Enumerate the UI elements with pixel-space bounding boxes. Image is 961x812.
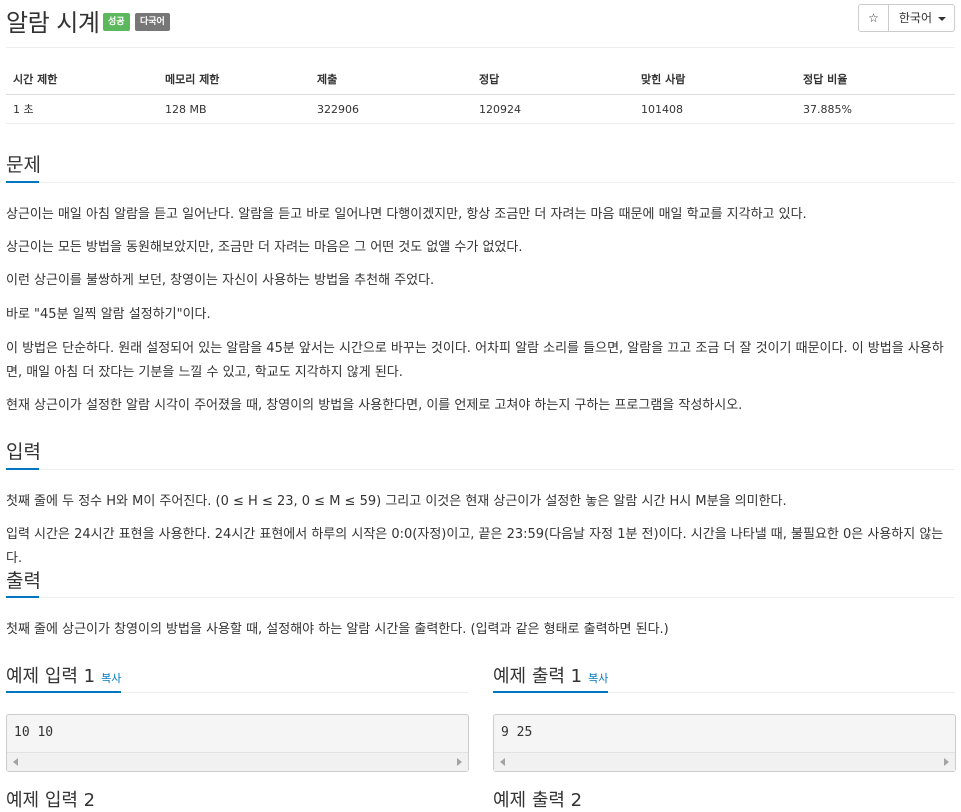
sample-output-1-scrollbar[interactable] bbox=[494, 752, 955, 771]
favorite-button[interactable]: ☆ bbox=[858, 4, 889, 32]
output-heading: 출력 bbox=[6, 570, 41, 592]
submissions-value: 322906 bbox=[310, 94, 472, 124]
sample-input-1-title: 예제 입력 1 bbox=[6, 666, 96, 687]
copy-sample-output-1-button[interactable]: 복사 bbox=[588, 672, 608, 685]
sample-input-1-scrollbar[interactable] bbox=[7, 752, 468, 771]
toolbar: ☆ 한국어 bbox=[858, 4, 955, 32]
sample-output-1-content: 9 25 bbox=[501, 725, 533, 740]
sample-output-1-title: 예제 출력 1 bbox=[493, 666, 583, 687]
sample-input-1-underline bbox=[6, 691, 121, 693]
input-paragraph: 첫째 줄에 두 정수 H와 M이 주어진다. (0 ≤ H ≤ 23, 0 ≤ … bbox=[6, 494, 787, 509]
problem-header: 알람 시계 성공 다국어 ☆ 한국어 bbox=[6, 0, 955, 40]
caret-down-icon bbox=[938, 16, 946, 21]
sample-input-1-box[interactable]: 10 10 bbox=[6, 714, 469, 772]
info-value-row: 1 초 128 MB 322906 120924 101408 37.885% bbox=[6, 94, 955, 124]
copy-sample-input-1-button[interactable]: 복사 bbox=[101, 672, 121, 685]
description-paragraph: 이 방법은 단순하다. 원래 설정되어 있는 알람을 45분 앞서는 시간으로 … bbox=[6, 341, 944, 380]
multilang-badge: 다국어 bbox=[135, 13, 170, 31]
time-limit-value: 1 초 bbox=[6, 94, 158, 124]
accepted-value: 120924 bbox=[472, 94, 634, 124]
header-divider bbox=[6, 47, 955, 48]
input-divider bbox=[6, 469, 955, 470]
description-paragraph: 상근이는 모든 방법을 동원해보았지만, 조금만 더 자려는 마음은 그 어떤 … bbox=[6, 240, 523, 255]
sample-input-2-title: 예제 입력 2 bbox=[6, 790, 96, 811]
info-header-time-limit: 시간 제한 bbox=[6, 64, 158, 95]
info-header-submissions: 제출 bbox=[310, 64, 472, 95]
scroll-right-icon[interactable] bbox=[944, 758, 949, 766]
info-header-memory-limit: 메모리 제한 bbox=[158, 64, 310, 95]
sample-input-1-content: 10 10 bbox=[14, 725, 54, 740]
input-paragraph: 입력 시간은 24시간 표현을 사용한다. 24시간 표현에서 하루의 시작은 … bbox=[6, 527, 944, 566]
language-dropdown[interactable]: 한국어 bbox=[888, 4, 955, 32]
output-paragraph: 첫째 줄에 상근이가 창영이의 방법을 사용할 때, 설정해야 하는 알람 시간… bbox=[6, 622, 669, 637]
info-header-row: 시간 제한 메모리 제한 제출 정답 맞힌 사람 정답 비율 bbox=[6, 64, 955, 95]
input-heading: 입력 bbox=[6, 441, 41, 463]
output-divider bbox=[6, 597, 955, 598]
description-heading: 문제 bbox=[6, 154, 41, 176]
sample-output-1-box[interactable]: 9 25 bbox=[493, 714, 956, 772]
description-underline bbox=[6, 181, 39, 183]
description-divider bbox=[6, 182, 955, 183]
sample-output-1-heading: 예제 출력 1 복사 bbox=[493, 662, 608, 688]
info-header-solvers: 맞힌 사람 bbox=[634, 64, 796, 95]
ratio-value: 37.885% bbox=[796, 94, 955, 124]
memory-limit-value: 128 MB bbox=[158, 94, 310, 124]
info-header-ratio: 정답 비율 bbox=[796, 64, 955, 95]
problem-info-table: 시간 제한 메모리 제한 제출 정답 맞힌 사람 정답 비율 1 초 128 M… bbox=[6, 64, 955, 124]
success-badge: 성공 bbox=[103, 13, 130, 31]
language-label: 한국어 bbox=[898, 11, 932, 25]
sample-output-1-underline bbox=[493, 691, 608, 693]
problem-title: 알람 시계 bbox=[6, 9, 100, 37]
description-paragraph: 현재 상근이가 설정한 알람 시각이 주어졌을 때, 창영이의 방법을 사용한다… bbox=[6, 398, 743, 413]
solvers-value: 101408 bbox=[634, 94, 796, 124]
info-header-accepted: 정답 bbox=[472, 64, 634, 95]
input-underline bbox=[6, 468, 39, 470]
scroll-left-icon[interactable] bbox=[13, 758, 18, 766]
description-paragraph: 이런 상근이를 불쌍하게 보던, 창영이는 자신이 사용하는 방법을 추천해 주… bbox=[6, 273, 435, 288]
star-icon: ☆ bbox=[868, 11, 879, 25]
output-underline bbox=[6, 596, 39, 598]
sample-output-2-title: 예제 출력 2 bbox=[493, 790, 583, 811]
scroll-left-icon[interactable] bbox=[500, 758, 505, 766]
description-paragraph: 바로 "45분 일찍 알람 설정하기"이다. bbox=[6, 307, 211, 322]
description-paragraph: 상근이는 매일 아침 알람을 듣고 일어난다. 알람을 듣고 바로 일어나면 다… bbox=[6, 207, 807, 222]
scroll-right-icon[interactable] bbox=[457, 758, 462, 766]
sample-input-1-heading: 예제 입력 1 복사 bbox=[6, 662, 121, 688]
